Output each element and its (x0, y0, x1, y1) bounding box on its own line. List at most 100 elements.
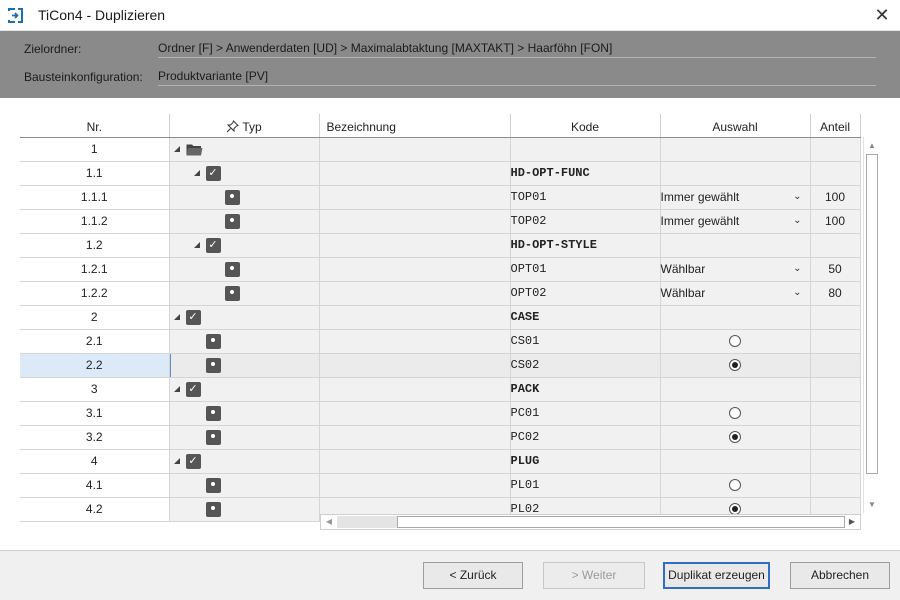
radio-unselected[interactable] (729, 407, 741, 419)
table-row[interactable]: 1.2.2 OPT02 Wählbar ⌄ 80 (20, 281, 861, 306)
checkbox-icon[interactable]: ✓ (205, 165, 221, 181)
table-row[interactable]: 2 ✓ CASE (20, 305, 861, 330)
cell-bezeichnung[interactable] (319, 161, 511, 186)
vertical-scrollbar[interactable]: ▲ ▼ (863, 137, 879, 513)
duplicate-grid[interactable]: Nr. Typ Bezeichnung Kode Auswahl Anteil … (20, 114, 878, 532)
cell-bezeichnung[interactable] (319, 449, 511, 474)
expand-toggle-icon[interactable] (173, 145, 180, 152)
cell-kode (510, 137, 661, 162)
table-row[interactable]: 3.2 PC02 (20, 425, 861, 450)
cell-auswahl (660, 377, 811, 402)
back-button[interactable]: < Zurück (423, 562, 523, 589)
horizontal-scrollbar[interactable]: ◀ ▶ (320, 514, 861, 530)
column-header-bezeichnung[interactable]: Bezeichnung (319, 114, 511, 138)
table-row[interactable]: 4 ✓ PLUG (20, 449, 861, 474)
horizontal-scroll-track[interactable] (337, 516, 397, 528)
auswahl-value: Immer gewählt (660, 190, 740, 204)
checkbox-icon[interactable]: ✓ (185, 381, 201, 397)
vertical-scroll-thumb[interactable] (866, 154, 878, 474)
table-row[interactable]: 2.2 CS02 (20, 353, 861, 378)
table-row[interactable]: 2.1 CS01 (20, 329, 861, 354)
cell-typ (169, 497, 320, 522)
scroll-up-icon[interactable]: ▲ (864, 137, 880, 154)
app-logo-icon (8, 8, 23, 23)
checkbox-icon[interactable]: ✓ (205, 237, 221, 253)
table-row[interactable]: 3.1 PC01 (20, 401, 861, 426)
expand-toggle-icon[interactable] (173, 457, 180, 464)
cell-anteil (810, 449, 861, 474)
chevron-down-icon[interactable]: ⌄ (793, 263, 801, 274)
cell-auswahl (660, 137, 811, 162)
auswahl-dropdown[interactable]: Immer gewählt ⌄ (660, 185, 811, 210)
cell-bezeichnung[interactable] (319, 353, 511, 378)
column-header-typ[interactable]: Typ (169, 114, 320, 138)
option-leaf-icon (205, 405, 221, 421)
table-row[interactable]: 3 ✓ PACK (20, 377, 861, 402)
scroll-down-icon[interactable]: ▼ (864, 496, 880, 513)
cell-bezeichnung[interactable] (319, 377, 511, 402)
cell-kode: OPT02 (510, 281, 661, 306)
radio-unselected[interactable] (729, 335, 741, 347)
cell-bezeichnung[interactable] (319, 209, 511, 234)
checkbox-icon[interactable]: ✓ (185, 309, 201, 325)
next-button[interactable]: > Weiter (543, 562, 645, 589)
table-row[interactable]: 1.1.2 TOP02 Immer gewählt ⌄ 100 (20, 209, 861, 234)
expand-toggle-icon[interactable] (193, 241, 200, 248)
chevron-down-icon[interactable]: ⌄ (793, 215, 801, 226)
cell-bezeichnung[interactable] (319, 281, 511, 306)
chevron-down-icon[interactable]: ⌄ (793, 191, 801, 202)
table-row[interactable]: 1.1 ✓ HD-OPT-FUNC (20, 161, 861, 186)
radio-selected[interactable] (729, 431, 741, 443)
cell-typ (169, 185, 320, 210)
table-row[interactable]: 4.1 PL01 (20, 473, 861, 498)
cell-kode: PC01 (510, 401, 661, 426)
horizontal-scroll-thumb[interactable] (397, 516, 845, 528)
auswahl-dropdown[interactable]: Wählbar ⌄ (660, 257, 811, 282)
checkbox-icon[interactable]: ✓ (185, 453, 201, 469)
cell-typ (169, 257, 320, 282)
column-header-auswahl[interactable]: Auswahl (660, 114, 811, 138)
radio-unselected[interactable] (729, 479, 741, 491)
cell-bezeichnung[interactable] (319, 329, 511, 354)
expand-toggle-icon[interactable] (193, 169, 200, 176)
cell-bezeichnung[interactable] (319, 233, 511, 258)
scroll-left-icon[interactable]: ◀ (321, 515, 337, 529)
cell-nr: 4.2 (20, 497, 170, 522)
column-header-nr[interactable]: Nr. (20, 114, 170, 138)
cell-auswahl (660, 305, 811, 330)
cell-bezeichnung[interactable] (319, 425, 511, 450)
cell-kode: HD-OPT-STYLE (510, 233, 661, 258)
column-header-kode[interactable]: Kode (510, 114, 661, 138)
chevron-down-icon[interactable]: ⌄ (793, 287, 801, 298)
cell-anteil[interactable]: 80 (810, 281, 861, 306)
cell-bezeichnung[interactable] (319, 257, 511, 282)
cell-anteil[interactable]: 100 (810, 209, 861, 234)
cell-anteil[interactable]: 100 (810, 185, 861, 210)
cancel-button[interactable]: Abbrechen (790, 562, 890, 589)
create-duplicate-button[interactable]: Duplikat erzeugen (663, 562, 770, 589)
cell-bezeichnung[interactable] (319, 137, 511, 162)
cell-nr: 2.2 (20, 353, 170, 378)
cell-bezeichnung[interactable] (319, 305, 511, 330)
table-row[interactable]: 1 (20, 137, 861, 162)
table-row[interactable]: 1.2 ✓ HD-OPT-STYLE (20, 233, 861, 258)
column-header-anteil[interactable]: Anteil (810, 114, 861, 138)
cell-bezeichnung[interactable] (319, 473, 511, 498)
cell-typ (169, 329, 320, 354)
cell-anteil[interactable]: 50 (810, 257, 861, 282)
expand-toggle-icon[interactable] (173, 313, 180, 320)
close-icon[interactable]: ✕ (866, 3, 898, 28)
auswahl-dropdown[interactable]: Immer gewählt ⌄ (660, 209, 811, 234)
auswahl-dropdown[interactable]: Wählbar ⌄ (660, 281, 811, 306)
auswahl-value: Wählbar (660, 286, 706, 300)
expand-toggle-icon[interactable] (173, 385, 180, 392)
radio-selected[interactable] (729, 359, 741, 371)
option-leaf-icon (224, 261, 240, 277)
cell-nr: 2.1 (20, 329, 170, 354)
cell-bezeichnung[interactable] (319, 401, 511, 426)
table-row[interactable]: 1.2.1 OPT01 Wählbar ⌄ 50 (20, 257, 861, 282)
cell-bezeichnung[interactable] (319, 185, 511, 210)
scroll-right-icon[interactable]: ▶ (844, 515, 860, 529)
cell-typ (169, 473, 320, 498)
table-row[interactable]: 1.1.1 TOP01 Immer gewählt ⌄ 100 (20, 185, 861, 210)
